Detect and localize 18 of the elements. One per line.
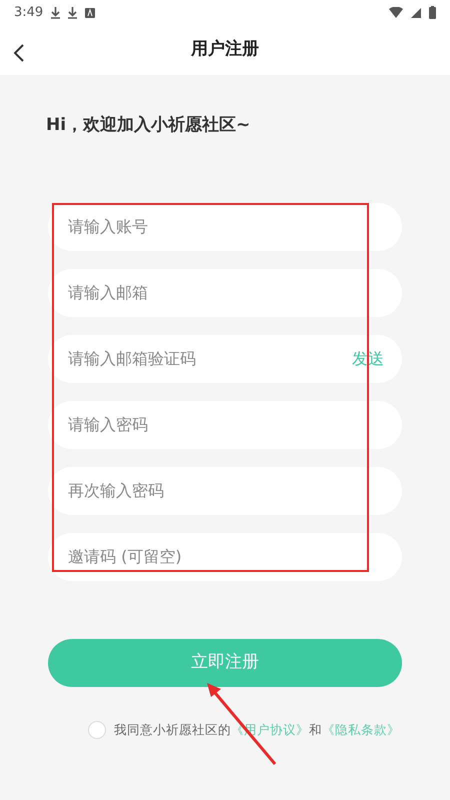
page-title: 用户注册	[191, 38, 259, 62]
agreement-link[interactable]: 《隐私条款》	[322, 722, 400, 736]
input-field[interactable]: 请输入密码	[48, 400, 402, 448]
wifi-icon	[389, 7, 403, 18]
input-field[interactable]: 再次输入密码	[48, 466, 402, 514]
agree-checkbox[interactable]	[88, 720, 106, 739]
send-code-button[interactable]: 发送	[352, 346, 384, 370]
signal-icon	[411, 8, 421, 18]
register-button[interactable]: 立即注册	[48, 638, 402, 686]
greeting-text: Hi，欢迎加入小祈愿社区~	[46, 114, 252, 137]
input-field[interactable]: 请输入邮箱	[48, 268, 402, 316]
notification-icon	[85, 8, 96, 18]
download-icon	[51, 6, 60, 18]
input-field[interactable]: 邀请码 (可留空)	[48, 532, 402, 580]
status-time: 3:49	[14, 4, 44, 22]
download-icon	[68, 6, 78, 18]
input-field[interactable]: 请输入账号	[48, 202, 402, 250]
battery-icon	[429, 6, 436, 19]
